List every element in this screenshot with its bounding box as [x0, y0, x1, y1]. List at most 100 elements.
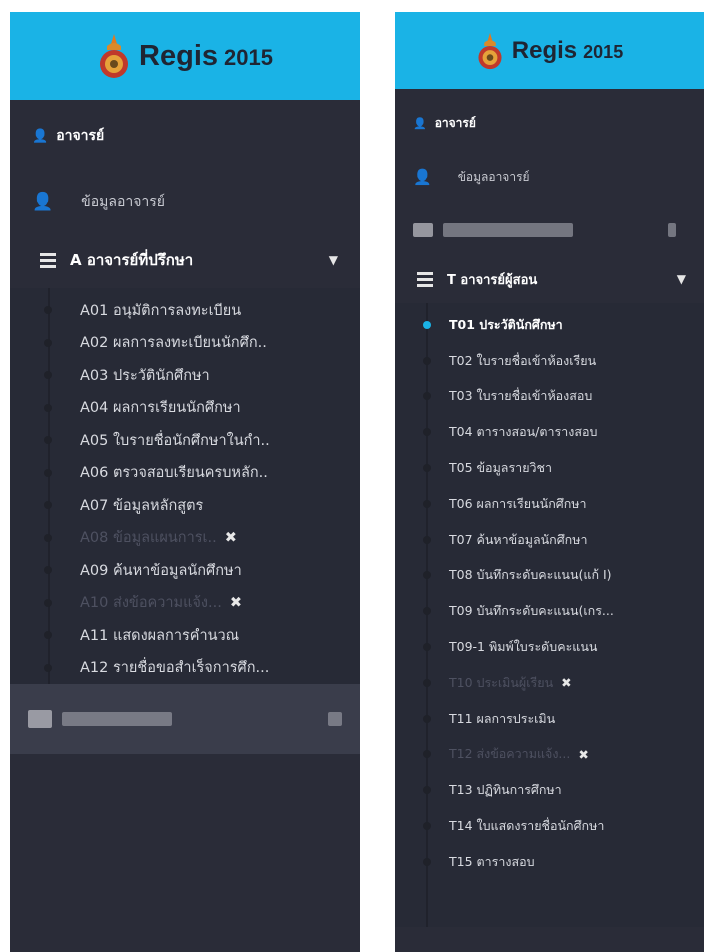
bullet-dot-icon [423, 786, 431, 795]
submenu-item-label: T12 ส่งข้อความแจ้ง... [449, 746, 571, 762]
submenu-item[interactable]: T01 ประวัตินักศึกษา [395, 307, 704, 343]
submenu-item-label: T09 บันทึกระดับคะแนน(เกร... [449, 603, 614, 619]
bullet-dot-icon [423, 678, 431, 687]
section-title-teacher: 👤 อาจารย์ [32, 128, 105, 144]
submenu-item-label: T11 ผลการประเมิน [449, 710, 556, 726]
submenu-item[interactable]: T06 ผลการเรียนนักศึกษา [395, 486, 704, 522]
brand-header[interactable]: Regis 2015 [10, 12, 360, 100]
user-icon: 👤 [413, 116, 427, 130]
section-title-teacher: 👤 อาจารย์ [413, 115, 476, 130]
submenu-item[interactable]: A09 ค้นหาข้อมูลนักศึกษา [10, 554, 360, 587]
submenu-item[interactable]: T09 บันทึกระดับคะแนน(เกร... [395, 593, 704, 629]
user-icon: 👤 [32, 128, 49, 144]
list-icon [417, 271, 433, 287]
submenu-item[interactable]: T09-1 พิมพ์ใบระดับคะแนน [395, 629, 704, 665]
submenu-item-label: T05 ข้อมูลรายวิชา [449, 460, 553, 476]
bullet-dot-icon [44, 436, 52, 445]
bullet-dot-icon [44, 371, 52, 380]
submenu-item[interactable]: T08 บันทึกระดับคะแนน(แก้ I) [395, 558, 704, 594]
submenu-item[interactable]: T03 ใบรายชื่อเข้าห้องสอบ [395, 379, 704, 415]
blurred-menu-item[interactable] [395, 205, 704, 255]
bullet-dot-icon [423, 822, 431, 831]
right-sidebar: Regis 2015 👤 อาจารย์ 👤 ข้อมูลอาจารย์ T อา… [395, 12, 704, 952]
brand-name: Regis 2015 [511, 36, 624, 64]
blurred-text [443, 223, 573, 237]
blurred-menu-item[interactable] [10, 684, 360, 754]
submenu-item[interactable]: A10 ส่งข้อความแจ้ง... ✖ [10, 587, 360, 620]
bullet-dot-icon [423, 428, 431, 437]
submenu-item[interactable]: T10 ประเมินผู้เรียน ✖ [395, 665, 704, 701]
user-icon: 👤 [413, 168, 432, 186]
submenu-item[interactable]: T11 ผลการประเมิน [395, 701, 704, 737]
submenu-item[interactable]: A01 อนุมัติการลงทะเบียน [10, 294, 360, 327]
bullet-dot-icon [423, 643, 431, 652]
submenu-item-label: A03 ประวัตินักศึกษา [80, 367, 210, 384]
submenu-item[interactable]: A11 แสดงผลการคำนวณ [10, 619, 360, 652]
university-logo-icon [97, 32, 131, 80]
submenu-item[interactable]: T05 ข้อมูลรายวิชา [395, 450, 704, 486]
bullet-dot-icon [44, 631, 52, 640]
blurred-icon [28, 710, 52, 728]
menu-item-teacher-info[interactable]: 👤 ข้อมูลอาจารย์ [395, 149, 704, 205]
blurred-text [62, 712, 172, 726]
submenu-item[interactable]: A12 รายชื่อขอสำเร็จการศึก... [10, 652, 360, 685]
submenu-item-label: A04 ผลการเรียนนักศึกษา [80, 400, 241, 417]
chevron-down-icon: ▼ [328, 253, 338, 267]
bullet-dot-icon [44, 468, 52, 477]
bullet-dot-icon [423, 857, 431, 866]
submenu-item[interactable]: A03 ประวัตินักศึกษา [10, 359, 360, 392]
menu-item-teacher-info[interactable]: 👤 ข้อมูลอาจารย์ [10, 172, 360, 232]
bullet-dot-icon [423, 535, 431, 544]
submenu-item-label: A01 อนุมัติการลงทะเบียน [80, 302, 242, 319]
brand-name: Regis 2015 [139, 39, 273, 72]
bullet-dot-icon [44, 501, 52, 510]
close-icon: ✖ [224, 529, 237, 546]
submenu-item[interactable]: A04 ผลการเรียนนักศึกษา [10, 392, 360, 425]
bullet-dot-icon [44, 566, 52, 575]
submenu-item[interactable]: A07 ข้อมูลหลักสูตร [10, 489, 360, 522]
left-sidebar: Regis 2015 👤 อาจารย์ 👤 ข้อมูลอาจารย์ A อา… [10, 12, 360, 952]
list-icon [40, 252, 56, 268]
close-icon: ✖ [578, 746, 589, 762]
instructor-submenu: T01 ประวัตินักศึกษา T02 ใบรายชื่อเข้าห้อง… [395, 303, 704, 927]
submenu-item[interactable]: T02 ใบรายชื่อเข้าห้องเรียน [395, 343, 704, 379]
blurred-badge [668, 223, 676, 237]
submenu-item[interactable]: A06 ตรวจสอบเรียนครบหลัก.. [10, 457, 360, 490]
submenu-item-label: A09 ค้นหาข้อมูลนักศึกษา [80, 562, 242, 579]
bullet-dot-icon [44, 403, 52, 412]
brand-header[interactable]: Regis 2015 [395, 12, 704, 89]
bullet-dot-icon [423, 356, 431, 365]
blurred-badge [328, 712, 342, 726]
submenu-item-label: T13 ปฏิทินการศึกษา [449, 782, 562, 798]
bullet-dot-icon [423, 750, 431, 759]
submenu-item[interactable]: A02 ผลการลงทะเบียนนักศึก.. [10, 327, 360, 360]
bullet-dot-icon [423, 607, 431, 616]
submenu-item-label: T04 ตารางสอน/ตารางสอบ [449, 424, 598, 440]
bullet-dot-icon [44, 338, 52, 347]
submenu-item-label: T02 ใบรายชื่อเข้าห้องเรียน [449, 352, 597, 368]
bullet-dot-icon [423, 320, 431, 329]
submenu-item-label: A11 แสดงผลการคำนวณ [80, 627, 240, 644]
submenu-item-label: T08 บันทึกระดับคะแนน(แก้ I) [449, 567, 612, 583]
submenu-item[interactable]: A05 ใบรายชื่อนักศึกษาในกำ.. [10, 424, 360, 457]
university-logo-icon [476, 31, 504, 71]
submenu-item[interactable]: T14 ใบแสดงรายชื่อนักศึกษา [395, 808, 704, 844]
group-instructor-toggle[interactable]: T อาจารย์ผู้สอน ▼ [395, 255, 704, 303]
submenu-item-label: A06 ตรวจสอบเรียนครบหลัก.. [80, 465, 268, 482]
submenu-item[interactable]: T07 ค้นหาข้อมูลนักศึกษา [395, 522, 704, 558]
submenu-item-label: A02 ผลการลงทะเบียนนักศึก.. [80, 335, 267, 352]
submenu-item-label: T06 ผลการเรียนนักศึกษา [449, 495, 587, 511]
submenu-item[interactable]: T13 ปฏิทินการศึกษา [395, 772, 704, 808]
chevron-down-icon: ▼ [676, 272, 686, 286]
submenu-item[interactable]: T04 ตารางสอน/ตารางสอบ [395, 414, 704, 450]
submenu-item-label: A12 รายชื่อขอสำเร็จการศึก... [80, 660, 270, 677]
group-advisor-toggle[interactable]: A อาจารย์ที่ปรึกษา ▼ [10, 232, 360, 288]
submenu-item[interactable]: T15 ตารางสอบ [395, 844, 704, 880]
bullet-dot-icon [44, 306, 52, 315]
submenu-item-label: T10 ประเมินผู้เรียน [449, 674, 554, 690]
submenu-item-label: A08 ข้อมูลแผนการเ.. [80, 530, 217, 547]
submenu-item[interactable]: T12 ส่งข้อความแจ้ง... ✖ [395, 737, 704, 773]
submenu-item[interactable]: A08 ข้อมูลแผนการเ.. ✖ [10, 522, 360, 555]
bullet-dot-icon [423, 464, 431, 473]
advisor-submenu: A01 อนุมัติการลงทะเบียน A02 ผลการลงทะเบีย… [10, 288, 360, 684]
